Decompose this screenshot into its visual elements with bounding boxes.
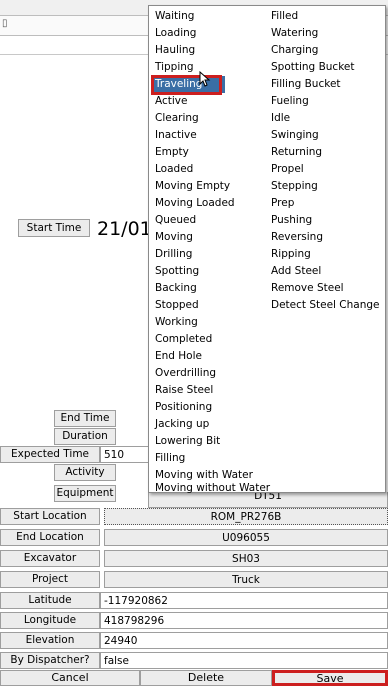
menu-item[interactable]: Add Steel <box>267 263 321 280</box>
menu-item[interactable]: Returning <box>267 144 322 161</box>
delete-button[interactable]: Delete <box>140 670 272 686</box>
menu-item[interactable]: Waiting <box>151 8 194 25</box>
menu-item[interactable]: Working <box>151 314 198 331</box>
start-location-select[interactable]: ROM_PR276B <box>104 508 388 525</box>
menu-item[interactable]: Fueling <box>267 93 309 110</box>
menu-item[interactable]: Stepping <box>267 178 318 195</box>
menu-item[interactable]: Swinging <box>267 127 319 144</box>
menu-item[interactable]: Ripping <box>267 246 311 263</box>
excavator-label: Excavator <box>0 550 100 567</box>
menu-item[interactable]: Filled <box>267 8 298 25</box>
menu-item[interactable]: Jacking up <box>151 416 209 433</box>
elevation-label: Elevation <box>0 632 100 649</box>
selected-item-annotation <box>151 75 222 95</box>
menu-item[interactable]: Spotting Bucket <box>267 59 354 76</box>
menu-item[interactable]: Tipping <box>151 59 194 76</box>
excavator-select[interactable]: SH03 <box>104 550 388 567</box>
menu-item[interactable]: Completed <box>151 331 212 348</box>
longitude-field[interactable]: 418798296 <box>100 612 388 629</box>
equipment-select[interactable]: DT51 <box>148 492 388 508</box>
menu-item[interactable]: Moving without Water <box>151 483 270 494</box>
menu-item[interactable]: Raise Steel <box>151 382 213 399</box>
menu-item[interactable]: Overdrilling <box>151 365 216 382</box>
menu-item[interactable]: Backing <box>151 280 197 297</box>
project-select[interactable]: Truck <box>104 571 388 588</box>
menu-item[interactable]: Prep <box>267 195 294 212</box>
start-time-label: Start Time <box>18 219 90 237</box>
expected-time-field[interactable]: 510 <box>100 446 150 463</box>
menu-item[interactable]: Remove Steel <box>267 280 344 297</box>
menu-item[interactable]: Inactive <box>151 127 197 144</box>
start-location-label: Start Location <box>0 508 100 525</box>
menu-item[interactable]: Hauling <box>151 42 195 59</box>
equipment-label: Equipment <box>54 485 116 502</box>
menu-item[interactable]: Moving Empty <box>151 178 230 195</box>
menu-item[interactable]: End Hole <box>151 348 202 365</box>
menu-item[interactable]: Detect Steel Change <box>267 297 380 314</box>
elevation-field[interactable]: 24940 <box>100 632 388 649</box>
cancel-button[interactable]: Cancel <box>0 670 140 686</box>
header-strip-marker: ▯ <box>2 18 8 29</box>
menu-item[interactable]: Pushing <box>267 212 312 229</box>
menu-item[interactable]: Active <box>151 93 187 110</box>
menu-item[interactable]: Queued <box>151 212 196 229</box>
activity-label: Activity <box>54 464 116 481</box>
menu-item[interactable]: Positioning <box>151 399 212 416</box>
menu-item[interactable]: Charging <box>267 42 318 59</box>
menu-item[interactable]: Moving Loaded <box>151 195 235 212</box>
menu-item[interactable]: Stopped <box>151 297 199 314</box>
project-label: Project <box>0 571 100 588</box>
menu-item[interactable]: Reversing <box>267 229 323 246</box>
end-time-label: End Time <box>54 410 116 427</box>
menu-item[interactable]: Lowering Bit <box>151 433 220 450</box>
expected-time-label: Expected Time <box>0 446 100 463</box>
save-button[interactable]: Save <box>272 670 388 686</box>
menu-item[interactable]: Empty <box>151 144 189 161</box>
latitude-field[interactable]: -117920862 <box>100 592 388 609</box>
menu-item[interactable]: Filling <box>151 450 185 467</box>
menu-item[interactable]: Propel <box>267 161 304 178</box>
menu-item[interactable]: Spotting <box>151 263 199 280</box>
end-location-label: End Location <box>0 529 100 546</box>
mouse-cursor-icon <box>199 70 211 87</box>
activity-dropdown-menu: Waiting Loading Hauling Tipping Travelin… <box>148 5 386 493</box>
menu-item[interactable]: Loading <box>151 25 196 42</box>
by-dispatcher-label: By Dispatcher? <box>0 652 100 669</box>
menu-item[interactable]: Moving <box>151 229 193 246</box>
menu-item[interactable]: Loaded <box>151 161 193 178</box>
latitude-label: Latitude <box>0 592 100 609</box>
duration-label: Duration <box>54 428 116 445</box>
menu-item[interactable]: Idle <box>267 110 290 127</box>
end-location-select[interactable]: U096055 <box>104 529 388 546</box>
by-dispatcher-field[interactable]: false <box>100 652 388 669</box>
longitude-label: Longitude <box>0 612 100 629</box>
menu-item[interactable]: Filling Bucket <box>267 76 341 93</box>
menu-item[interactable]: Watering <box>267 25 318 42</box>
menu-item[interactable]: Drilling <box>151 246 192 263</box>
menu-item[interactable]: Clearing <box>151 110 199 127</box>
